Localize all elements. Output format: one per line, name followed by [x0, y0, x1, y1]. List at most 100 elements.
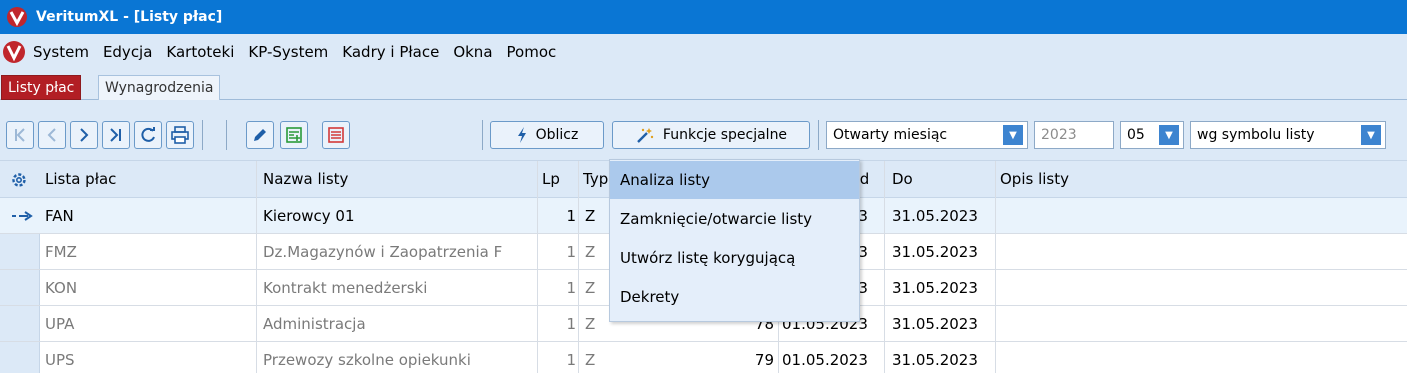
- menu-kadry-i-place[interactable]: Kadry i Płace: [335, 34, 446, 70]
- edit-button[interactable]: [246, 121, 274, 149]
- cell-do: 31.05.2023: [892, 315, 978, 333]
- menu-edycja[interactable]: Edycja: [96, 34, 159, 70]
- toolbar-separator: [226, 120, 227, 150]
- cell-lista: UPA: [45, 315, 75, 333]
- column-header-lp[interactable]: Lp: [542, 161, 572, 198]
- menu-system[interactable]: System: [26, 34, 96, 70]
- add-list-icon: [286, 127, 302, 143]
- refresh-button[interactable]: [134, 121, 162, 149]
- last-record-icon: [110, 128, 121, 142]
- chevron-down-icon[interactable]: ▼: [1361, 125, 1381, 145]
- cell-lp: 1: [566, 351, 576, 369]
- tab-listy-plac[interactable]: Listy płac: [1, 75, 82, 100]
- menu-okna[interactable]: Okna: [446, 34, 499, 70]
- menu-item-utworz-korygujaca[interactable]: Utwórz listę korygującą: [610, 239, 859, 277]
- cell-lista: UPS: [45, 351, 75, 369]
- sort-value: wg symbolu listy: [1197, 127, 1315, 143]
- add-list-button[interactable]: [280, 121, 308, 149]
- cell-lp: 1: [566, 243, 576, 261]
- cell-lista: FMZ: [45, 243, 77, 261]
- first-record-icon: [15, 128, 25, 142]
- menu-item-zamkniecie-otwarcie[interactable]: Zamknięcie/otwarcie listy: [610, 200, 859, 238]
- special-functions-menu: Analiza listy Zamknięcie/otwarcie listy …: [609, 159, 860, 322]
- column-separator: [537, 161, 538, 373]
- special-functions-button[interactable]: Funkcje specjalne: [612, 121, 810, 149]
- chevron-down-icon[interactable]: ▼: [1003, 125, 1023, 145]
- title-bar: VeritumXL - [Listy płac]: [0, 0, 1407, 34]
- cell-nazwa: Dz.Magazynów i Zaopatrzenia F: [263, 243, 503, 261]
- remove-list-icon: [328, 127, 344, 143]
- first-record-button[interactable]: [6, 121, 34, 149]
- cell-typ: Z: [585, 351, 596, 369]
- lightning-icon: [517, 127, 526, 143]
- cell-typ: Z: [585, 279, 596, 297]
- previous-record-icon: [47, 128, 56, 142]
- toolbar-separator: [818, 120, 819, 150]
- month-value: 05: [1127, 127, 1145, 143]
- column-header-lista[interactable]: Lista płac: [45, 161, 255, 198]
- month-state-value: Otwarty miesiąc: [833, 127, 948, 143]
- cell-typ: Z: [585, 315, 596, 333]
- column-header-typ[interactable]: Typ: [583, 161, 609, 198]
- menu-pomoc[interactable]: Pomoc: [500, 34, 564, 70]
- cell-lista: FAN: [45, 207, 74, 225]
- cell-typ: Z: [585, 243, 596, 261]
- cell-nr: 79: [754, 351, 774, 369]
- app-logo-icon: [7, 7, 27, 27]
- next-record-button[interactable]: [70, 121, 98, 149]
- menu-bar: System Edycja Kartoteki KP-System Kadry …: [0, 34, 1407, 70]
- next-record-icon: [80, 128, 89, 142]
- column-separator: [884, 161, 885, 373]
- chevron-down-icon[interactable]: ▼: [1159, 125, 1179, 145]
- year-field[interactable]: 2023: [1034, 121, 1114, 149]
- column-header-do[interactable]: Do: [892, 161, 992, 198]
- cell-nazwa: Przewozy szkolne opiekunki: [263, 351, 471, 369]
- current-row-arrow-icon: [12, 211, 33, 221]
- menu-kp-system[interactable]: KP-System: [241, 34, 335, 70]
- edit-icon: [254, 129, 266, 141]
- sort-select[interactable]: wg symbolu listy ▼: [1190, 121, 1386, 149]
- column-separator: [256, 161, 257, 373]
- column-header-nazwa[interactable]: Nazwa listy: [263, 161, 533, 198]
- month-state-select[interactable]: Otwarty miesiąc ▼: [826, 121, 1028, 149]
- previous-record-button[interactable]: [38, 121, 66, 149]
- column-separator: [995, 161, 996, 373]
- cell-nazwa: Administracja: [263, 315, 366, 333]
- menu-item-analiza-listy[interactable]: Analiza listy: [610, 161, 859, 199]
- menu-kartoteki[interactable]: Kartoteki: [159, 34, 241, 70]
- tab-bar: Listy płac Wynagrodzenia: [0, 72, 1407, 100]
- column-separator: [578, 161, 579, 373]
- cell-do: 31.05.2023: [892, 351, 978, 369]
- cell-nazwa: Kierowcy 01: [263, 207, 355, 225]
- toolbar-separator: [482, 120, 483, 150]
- column-header-opis[interactable]: Opis listy: [1000, 161, 1200, 198]
- toolbar-separator: [202, 120, 203, 150]
- table-row[interactable]: UPS Przewozy szkolne opiekunki 1 Z 79 01…: [0, 342, 1407, 373]
- cell-lp: 1: [566, 207, 576, 225]
- tab-wynagrodzenia[interactable]: Wynagrodzenia: [98, 75, 221, 100]
- cell-typ: Z: [585, 207, 596, 225]
- print-button[interactable]: [166, 121, 194, 149]
- cell-do: 31.05.2023: [892, 243, 978, 261]
- cell-lista: KON: [45, 279, 78, 297]
- cell-do: 31.05.2023: [892, 279, 978, 297]
- last-record-button[interactable]: [102, 121, 130, 149]
- print-icon: [171, 126, 189, 144]
- magic-wand-icon: [637, 128, 654, 143]
- refresh-icon: [141, 127, 155, 142]
- remove-list-button[interactable]: [322, 121, 350, 149]
- month-select[interactable]: 05 ▼: [1120, 121, 1184, 149]
- calculate-label: Oblicz: [535, 127, 579, 143]
- app-menu-icon[interactable]: [2, 40, 26, 64]
- settings-gear-icon[interactable]: [10, 171, 28, 189]
- menu-item-dekrety[interactable]: Dekrety: [610, 278, 859, 316]
- cell-lp: 1: [566, 279, 576, 297]
- cell-nazwa: Kontrakt menedżerski: [263, 279, 428, 297]
- cell-od: 01.05.2023: [782, 351, 868, 369]
- year-value: 2023: [1041, 127, 1077, 143]
- cell-do: 31.05.2023: [892, 207, 978, 225]
- calculate-button[interactable]: Oblicz: [490, 121, 604, 149]
- special-functions-label: Funkcje specjalne: [662, 127, 788, 143]
- window-title: VeritumXL - [Listy płac]: [36, 9, 223, 25]
- cell-lp: 1: [566, 315, 576, 333]
